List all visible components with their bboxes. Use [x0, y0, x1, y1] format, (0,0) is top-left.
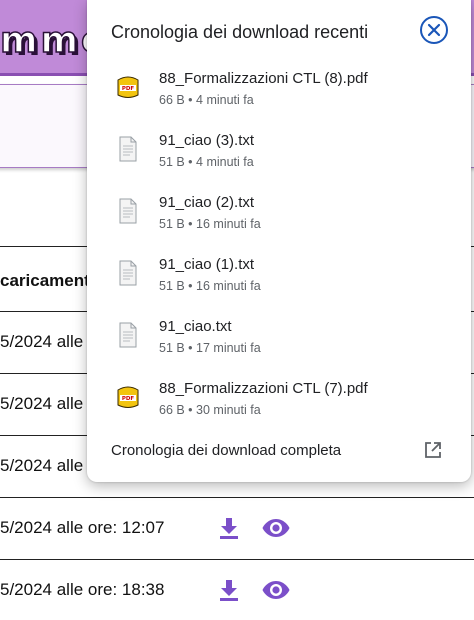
download-meta: 51 B • 16 minuti fa — [159, 217, 261, 231]
pdf-file-icon: PDF — [117, 76, 139, 98]
download-filename: 91_ciao.txt — [159, 318, 232, 335]
download-filename: 88_Formalizzazioni CTL (7).pdf — [159, 380, 368, 397]
close-icon — [427, 23, 441, 37]
download-item[interactable]: 91_ciao (3).txt 51 B • 4 minuti fa — [87, 130, 471, 190]
table-row: 5/2024 alle ore: 12:07 — [0, 498, 474, 560]
download-meta: 51 B • 16 minuti fa — [159, 279, 261, 293]
download-icon[interactable] — [218, 516, 240, 540]
download-filename: 91_ciao (2).txt — [159, 194, 255, 211]
text-file-icon — [119, 260, 137, 286]
view-eye-icon[interactable] — [262, 580, 290, 600]
download-item[interactable]: 91_ciao.txt 51 B • 17 minuti fa — [87, 316, 471, 376]
close-button[interactable] — [420, 16, 448, 44]
download-item[interactable]: 91_ciao (2).txt 51 B • 16 minuti fa — [87, 192, 471, 252]
full-download-history-link[interactable]: Cronologia dei download completa — [87, 428, 471, 472]
text-file-icon — [119, 322, 137, 348]
download-item[interactable]: PDF 88_Formalizzazioni CTL (8).pdf 66 B … — [87, 68, 471, 128]
download-meta: 66 B • 4 minuti fa — [159, 93, 254, 107]
svg-text:PDF: PDF — [122, 396, 135, 402]
row-date: 5/2024 alle ore: 12:07 — [0, 518, 165, 537]
text-file-icon — [119, 198, 137, 224]
full-history-label: Cronologia dei download completa — [111, 442, 342, 459]
popup-title: Cronologia dei download recenti — [111, 22, 369, 42]
download-meta: 66 B • 30 minuti fa — [159, 403, 261, 417]
open-external-icon — [425, 442, 441, 458]
table-row: 5/2024 alle ore: 18:38 — [0, 560, 474, 620]
view-eye-icon[interactable] — [262, 518, 290, 538]
text-file-icon — [119, 136, 137, 162]
svg-text:PDF: PDF — [122, 86, 135, 92]
download-item[interactable]: 91_ciao (1).txt 51 B • 16 minuti fa — [87, 254, 471, 314]
download-filename: 91_ciao (1).txt — [159, 256, 255, 273]
download-filename: 91_ciao (3).txt — [159, 132, 255, 149]
row-date: 5/2024 alle ore: 18:38 — [0, 580, 165, 599]
download-meta: 51 B • 17 minuti fa — [159, 341, 261, 355]
downloads-popup: Cronologia dei download recenti PDF 88_F… — [87, 0, 471, 482]
column-header-upload: caricamento — [0, 271, 101, 290]
pdf-file-icon: PDF — [117, 386, 139, 408]
download-meta: 51 B • 4 minuti fa — [159, 155, 254, 169]
download-icon[interactable] — [218, 578, 240, 602]
download-filename: 88_Formalizzazioni CTL (8).pdf — [159, 70, 368, 87]
